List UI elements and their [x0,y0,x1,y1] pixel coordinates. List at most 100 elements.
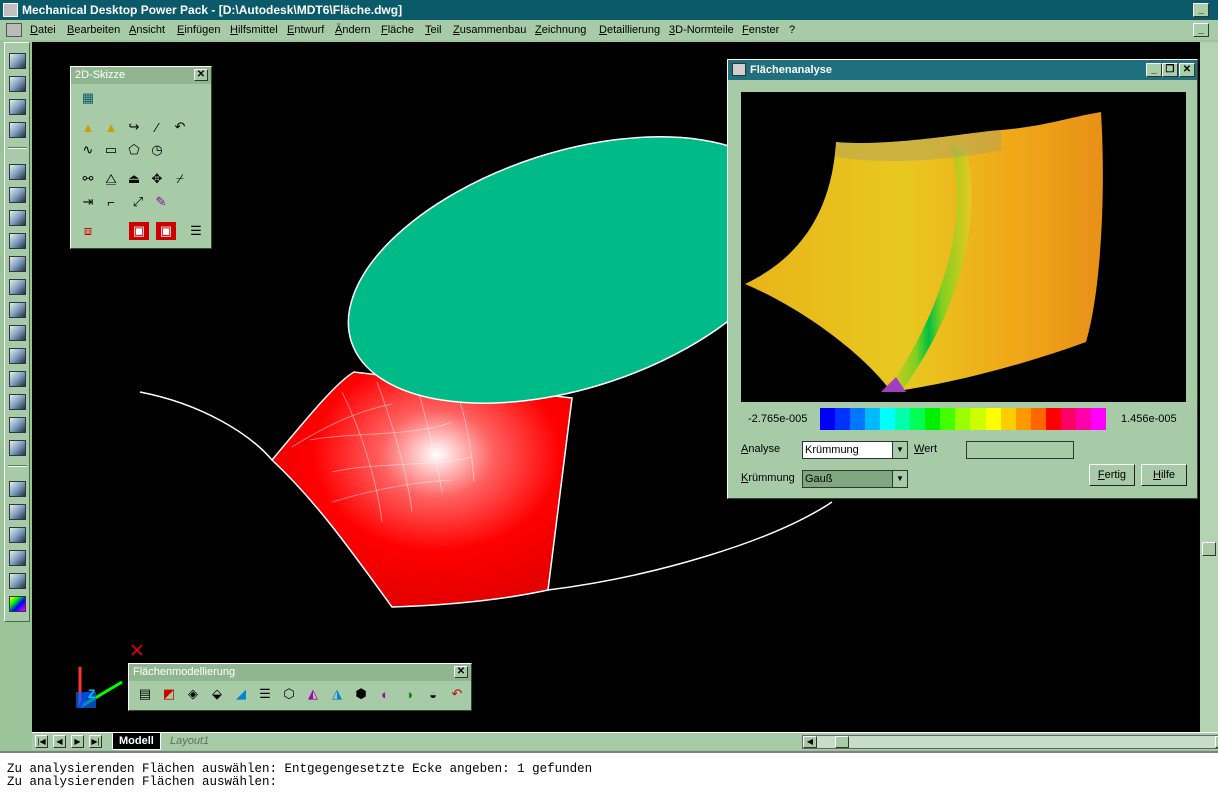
menu-zusammenbau[interactable]: Zusammenbau [453,20,526,40]
surface-tool-icon-9[interactable]: ◮ [327,685,347,703]
surface-toolbar-close[interactable]: ✕ [454,666,468,678]
dialog-restore-button[interactable]: ❐ [1162,63,1178,77]
tool-icon-1[interactable] [9,53,26,69]
horizontal-scrollbar[interactable]: ◀ ▶ [802,735,1218,749]
update-icon-2[interactable]: ▣ [156,222,176,240]
dimension-icon[interactable]: ⧈ [78,222,98,240]
tool-icon-9[interactable] [9,256,26,272]
edit-icon[interactable]: ✎ [151,193,171,211]
corner-icon[interactable]: ⌐ [101,193,121,211]
tool-icon-17[interactable] [9,440,26,456]
scroll-thumb-horizontal[interactable] [835,736,849,748]
tool-icon-2[interactable] [9,76,26,92]
dialog-titlebar[interactable]: Flächenanalyse _ ❐ ✕ [728,60,1197,80]
last-tab-button[interactable]: ▶| [89,735,102,748]
tool-icon-15[interactable] [9,394,26,410]
minimize-button[interactable]: _ [1193,3,1209,17]
chevron-down-icon[interactable]: ▼ [892,471,907,487]
menu-einfuegen[interactable]: Einfügen [177,20,220,40]
tool-icon-18[interactable] [9,481,26,497]
polygon-icon[interactable]: ⬠ [124,141,144,159]
menu-datei[interactable]: Datei [30,20,56,40]
menu-3d-normteile[interactable]: 3D-Normteile [669,20,734,40]
analyse-select[interactable]: Krümmung ▼ [802,441,908,459]
menu-hilfsmittel[interactable]: Hilfsmittel [230,20,278,40]
spline-icon[interactable]: ∿ [78,141,98,159]
menu-zeichnung[interactable]: Zeichnung [535,20,586,40]
tool-icon-10[interactable] [9,279,26,295]
tool-icon-8[interactable] [9,233,26,249]
surface-tool-icon-4[interactable]: ⬙ [207,685,227,703]
menu-aendern[interactable]: Ändern [335,20,370,40]
sketch-toolbar-close[interactable]: ✕ [194,69,208,81]
tool-icon-20[interactable] [9,527,26,543]
rectangle-icon[interactable]: ▭ [101,141,121,159]
fillet-icon[interactable]: ⏏ [124,170,144,188]
rotate-arrow-icon[interactable]: ↪ [124,118,144,136]
tool-icon-21[interactable] [9,550,26,566]
sketch-profile-icon[interactable]: ▦ [78,89,98,107]
menu-teil[interactable]: Teil [425,20,442,40]
kruemmung-select[interactable]: Gauß ▼ [802,470,908,488]
surface-toolbar-titlebar[interactable]: Flächenmodellierung ✕ [129,664,471,681]
dialog-minimize-button[interactable]: _ [1146,63,1162,77]
tool-icon-12[interactable] [9,325,26,341]
vertical-scrollbar[interactable] [1200,42,1218,732]
surface-tool-icon-12[interactable]: ◑ [399,685,419,703]
surface-tool-icon-5[interactable]: ◢ [231,685,251,703]
wert-field[interactable] [966,441,1074,459]
fertig-button[interactable]: Fertig [1089,464,1135,486]
properties-icon[interactable]: ☰ [186,222,206,240]
tool-icon-11[interactable] [9,302,26,318]
chevron-down-icon[interactable]: ▼ [892,442,907,458]
tool-icon-6[interactable] [9,187,26,203]
surface-tool-icon-6[interactable]: ☰ [255,685,275,703]
tab-modell[interactable]: Modell [112,733,161,750]
line-icon[interactable]: ⁄ [147,118,167,136]
surface-analysis-icon[interactable] [9,596,26,612]
tool-icon-5[interactable] [9,164,26,180]
first-tab-button[interactable]: |◀ [35,735,48,748]
triangle-warning-icon-2[interactable]: ▲ [101,118,121,136]
tool-icon-14[interactable] [9,371,26,387]
command-line[interactable]: Zu analysierenden Flächen auswählen: Ent… [0,751,1218,794]
tool-icon-22[interactable] [9,573,26,589]
doc-minimize-button[interactable]: _ [1193,23,1209,37]
surface-tool-icon-7[interactable]: ⬡ [279,685,299,703]
move-icon[interactable]: ✥ [147,170,167,188]
tool-icon-4[interactable] [9,122,26,138]
surface-tool-icon-13[interactable]: ◒ [423,685,443,703]
tab-layout1[interactable]: Layout1 [164,733,215,750]
tool-icon-3[interactable] [9,99,26,115]
tool-icon-13[interactable] [9,348,26,364]
extend-icon[interactable]: ⇥ [78,193,98,211]
surface-tool-icon-14[interactable]: ↶ [447,685,467,703]
tool-icon-16[interactable] [9,417,26,433]
menu-flaeche[interactable]: Fläche [381,20,414,40]
next-tab-button[interactable]: ▶ [71,735,84,748]
update-icon[interactable]: ▣ [129,222,149,240]
surface-tool-icon-8[interactable]: ◭ [303,685,323,703]
menu-help[interactable]: ? [789,20,795,40]
menu-detaillierung[interactable]: Detaillierung [599,20,660,40]
hilfe-button[interactable]: Hilfe [1141,464,1187,486]
dialog-close-button[interactable]: ✕ [1179,63,1195,77]
tool-icon-19[interactable] [9,504,26,520]
scroll-thumb[interactable] [1202,542,1216,556]
scroll-left-button[interactable]: ◀ [803,736,817,748]
menu-bearbeiten[interactable]: Bearbeiten [67,20,120,40]
sketch-toolbar-titlebar[interactable]: 2D-Skizze ✕ [71,67,211,84]
surface-tool-icon-2[interactable]: ◩ [159,685,179,703]
tool-icon-7[interactable] [9,210,26,226]
triangle-warning-icon[interactable]: ▲ [78,118,98,136]
analysis-preview[interactable] [741,92,1186,402]
break-icon[interactable]: ⤢ [128,193,148,211]
prev-tab-button[interactable]: ◀ [53,735,66,748]
surface-tool-icon-1[interactable]: ▤ [135,685,155,703]
circle-icon[interactable]: ◷ [147,141,167,159]
mirror-icon[interactable]: ⧋ [101,170,121,188]
menu-entwurf[interactable]: Entwurf [287,20,324,40]
constraint-icon[interactable]: ⚯ [78,170,98,188]
surface-tool-icon-11[interactable]: ◐ [375,685,395,703]
menu-ansicht[interactable]: Ansicht [129,20,165,40]
